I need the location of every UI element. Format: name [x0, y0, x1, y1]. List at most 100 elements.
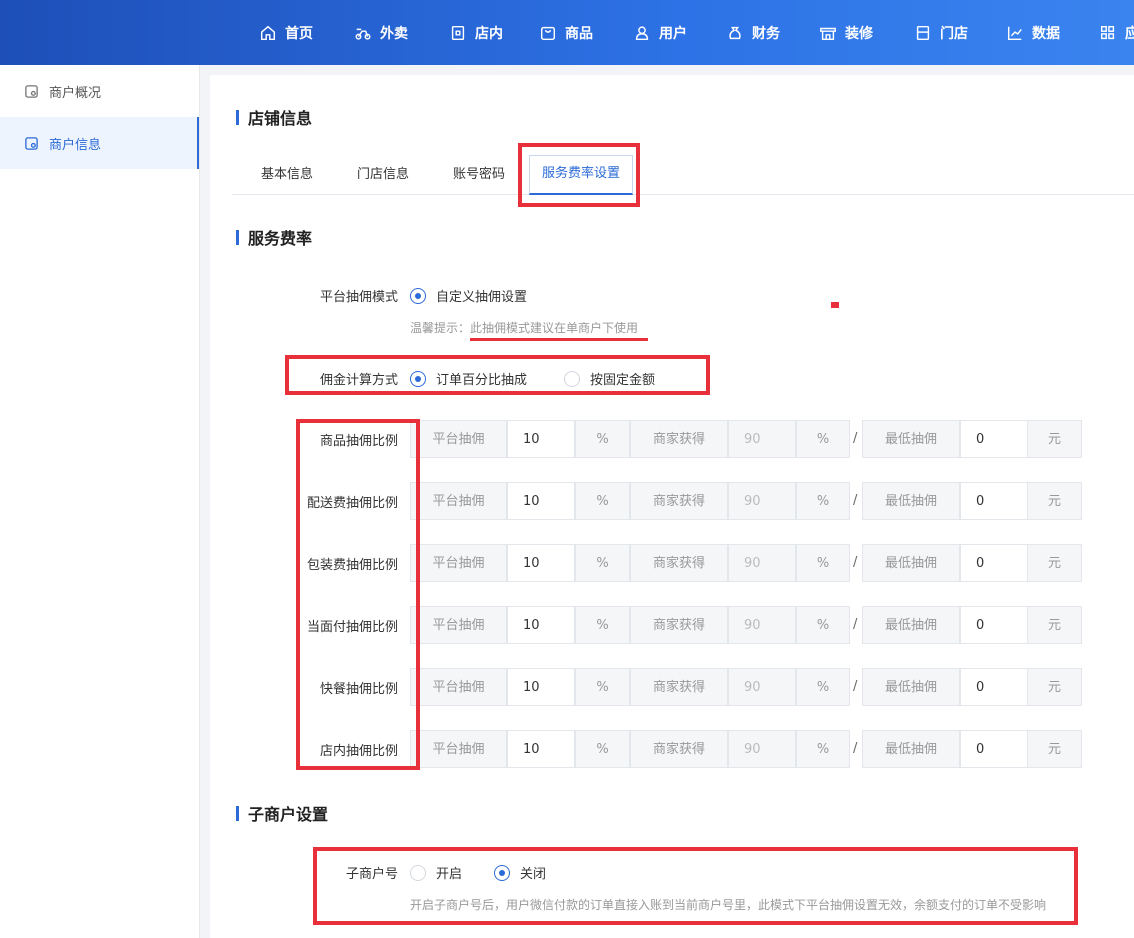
merchant-addon: 商家获得 [630, 606, 728, 644]
tab-basic-info[interactable]: 基本信息 [252, 155, 322, 195]
store-icon [25, 136, 38, 150]
rate-row-label: 商品抽佣比例 [319, 434, 398, 449]
min-addon: 最低抽佣 [862, 606, 960, 644]
qrcode-icon [451, 25, 465, 40]
sidebar-item-label: 商户信息 [49, 137, 102, 153]
nav-apps[interactable]: 应 [1099, 0, 1134, 65]
mode-label: 平台抽佣模式 [319, 290, 398, 305]
title-accent-bar [236, 805, 239, 821]
nav-label: 商品 [565, 25, 593, 42]
sub-merchant-radio-on[interactable]: 开启 [410, 863, 462, 882]
platform-addon: 平台抽佣 [410, 668, 507, 706]
percent-addon: % [575, 544, 630, 582]
min-amount-input[interactable]: 0 [960, 544, 1028, 582]
title-accent-bar [236, 109, 239, 125]
separator-slash: / [853, 617, 858, 632]
min-amount-input[interactable]: 0 [960, 606, 1028, 644]
yuan-addon: 元 [1027, 730, 1082, 768]
nav-instore[interactable]: 店内 [449, 0, 503, 65]
nav-takeout[interactable]: 外卖 [354, 0, 408, 65]
merchant-addon: 商家获得 [630, 730, 728, 768]
sidebar-item-overview[interactable]: 商户概况 [0, 65, 199, 117]
min-addon: 最低抽佣 [862, 482, 960, 520]
separator-slash: / [853, 431, 858, 446]
calc-label: 佣金计算方式 [319, 373, 398, 388]
merchant-rate-input: 90 [728, 544, 796, 582]
main-panel: 店铺信息 基本信息 门店信息 账号密码 服务费率设置 服务费率 平台抽佣模式 自… [210, 75, 1134, 938]
nav-home[interactable]: 首页 [259, 0, 313, 65]
radio-checked-icon [410, 287, 426, 304]
money-bag-icon [729, 26, 741, 39]
min-amount-input[interactable]: 0 [960, 668, 1028, 706]
nav-goods[interactable]: 商品 [539, 0, 593, 65]
platform-rate-input[interactable]: 10 [507, 420, 575, 458]
tab-account-password[interactable]: 账号密码 [444, 155, 514, 195]
platform-rate-input[interactable]: 10 [507, 730, 575, 768]
percent-addon: % [796, 544, 850, 582]
tab-service-rate[interactable]: 服务费率设置 [529, 155, 633, 195]
nav-users[interactable]: 用户 [633, 0, 687, 65]
nav-label: 首页 [285, 25, 313, 42]
store-decor-icon [820, 27, 836, 40]
platform-rate-input[interactable]: 10 [507, 606, 575, 644]
home-icon [260, 25, 276, 40]
rate-row-label: 快餐抽佣比例 [319, 682, 398, 697]
rate-row: 当面付抽佣比例 平台抽佣 10% 商家获得 90% / 最低抽佣 0 元 [210, 606, 1134, 646]
section-title-service-rate: 服务费率 [236, 225, 312, 249]
percent-addon: % [796, 730, 850, 768]
store-icon [25, 84, 38, 98]
nav-data[interactable]: 数据 [1006, 0, 1060, 65]
nav-label: 店内 [475, 25, 503, 42]
rate-row-label: 店内抽佣比例 [319, 744, 398, 759]
nav-stores[interactable]: 门店 [914, 0, 968, 65]
rate-row: 包装费抽佣比例 平台抽佣 10% 商家获得 90% / 最低抽佣 0 元 [210, 544, 1134, 584]
min-addon: 最低抽佣 [862, 544, 960, 582]
top-nav: 首页 外卖 店内 商品 用户 财务 装修 门店 数据 应 [0, 0, 1134, 65]
min-amount-input[interactable]: 0 [960, 730, 1028, 768]
platform-addon: 平台抽佣 [410, 420, 507, 458]
nav-label: 用户 [659, 25, 687, 42]
platform-rate-input[interactable]: 10 [507, 482, 575, 520]
percent-addon: % [796, 482, 850, 520]
sub-merchant-label: 子商户号 [345, 867, 398, 882]
chart-icon [1007, 26, 1022, 40]
mode-hint: 温馨提示：此抽佣模式建议在单商户下使用 [410, 321, 639, 335]
user-icon [635, 25, 649, 40]
rate-row: 配送费抽佣比例 平台抽佣 10% 商家获得 90% / 最低抽佣 0 元 [210, 482, 1134, 522]
nav-label: 数据 [1032, 25, 1060, 42]
separator-slash: / [853, 679, 858, 694]
percent-addon: % [575, 606, 630, 644]
min-amount-input[interactable]: 0 [960, 420, 1028, 458]
sub-merchant-radio-off[interactable]: 关闭 [494, 863, 546, 882]
calc-radio-percent[interactable]: 订单百分比抽成 [410, 369, 527, 388]
sidebar-item-merchant-info[interactable]: 商户信息 [0, 117, 199, 169]
platform-rate-input[interactable]: 10 [507, 668, 575, 706]
tab-store-info[interactable]: 门店信息 [348, 155, 418, 195]
platform-addon: 平台抽佣 [410, 544, 507, 582]
radio-checked-icon [494, 864, 510, 881]
scooter-icon [355, 28, 371, 40]
platform-addon: 平台抽佣 [410, 730, 507, 768]
mode-radio-custom[interactable]: 自定义抽佣设置 [410, 286, 527, 305]
shop-icon [916, 25, 930, 40]
sidebar-item-label: 商户概况 [49, 85, 102, 101]
platform-rate-input[interactable]: 10 [507, 544, 575, 582]
merchant-rate-input: 90 [728, 730, 796, 768]
min-addon: 最低抽佣 [862, 730, 960, 768]
nav-label: 装修 [845, 25, 873, 42]
merchant-addon: 商家获得 [630, 668, 728, 706]
platform-addon: 平台抽佣 [410, 606, 507, 644]
rate-row-label: 包装费抽佣比例 [306, 558, 398, 573]
nav-decoration[interactable]: 装修 [819, 0, 873, 65]
sub-merchant-hint: 开启子商户号后，用户微信付款的订单直接入账到当前商户号里，此模式下平台抽佣设置无… [410, 898, 1047, 912]
bag-icon [540, 26, 556, 40]
nav-finance[interactable]: 财务 [726, 0, 780, 65]
rate-row: 店内抽佣比例 平台抽佣 10% 商家获得 90% / 最低抽佣 0 元 [210, 730, 1134, 770]
nav-label: 外卖 [380, 25, 408, 42]
min-amount-input[interactable]: 0 [960, 482, 1028, 520]
calc-radio-fixed[interactable]: 按固定金额 [564, 369, 655, 388]
section-title-sub-merchant: 子商户设置 [236, 801, 328, 825]
merchant-addon: 商家获得 [630, 420, 728, 458]
percent-addon: % [575, 420, 630, 458]
percent-addon: % [575, 482, 630, 520]
